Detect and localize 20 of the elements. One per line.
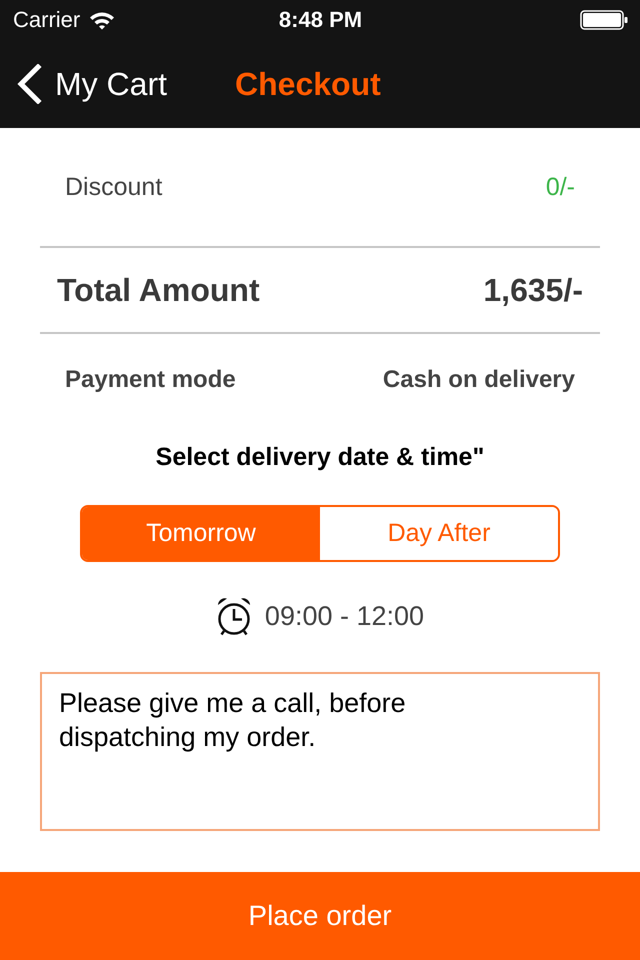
delivery-heading: Select delivery date & time" <box>154 442 486 472</box>
carrier-name: Carrier <box>13 7 80 33</box>
payment-mode-label: Payment mode <box>65 366 236 394</box>
clock-time: 8:48 PM <box>278 7 362 33</box>
discount-value: 0/- <box>546 172 575 202</box>
note-field[interactable]: Please give me a call, before dispatching my order. <box>40 672 600 831</box>
discount-label: Discount <box>65 172 162 202</box>
battery-icon <box>580 10 628 30</box>
total-amount-label: Total Amount <box>57 272 260 308</box>
payment-mode-value: Cash on delivery <box>382 366 575 394</box>
delivery-time-slot: 09:00 - 12:00 <box>264 600 424 632</box>
back-button[interactable]: My Cart <box>16 64 167 104</box>
total-amount-value: 1,635/- <box>483 272 583 308</box>
wifi-icon <box>89 10 116 30</box>
place-order-button[interactable]: Place order <box>0 872 640 960</box>
alarm-clock-icon <box>216 596 252 636</box>
back-chevron-icon <box>16 64 42 104</box>
screen-title: Checkout <box>235 65 381 103</box>
delivery-day-tab[interactable]: Tomorrow <box>82 507 320 560</box>
back-label: My Cart <box>55 65 167 103</box>
